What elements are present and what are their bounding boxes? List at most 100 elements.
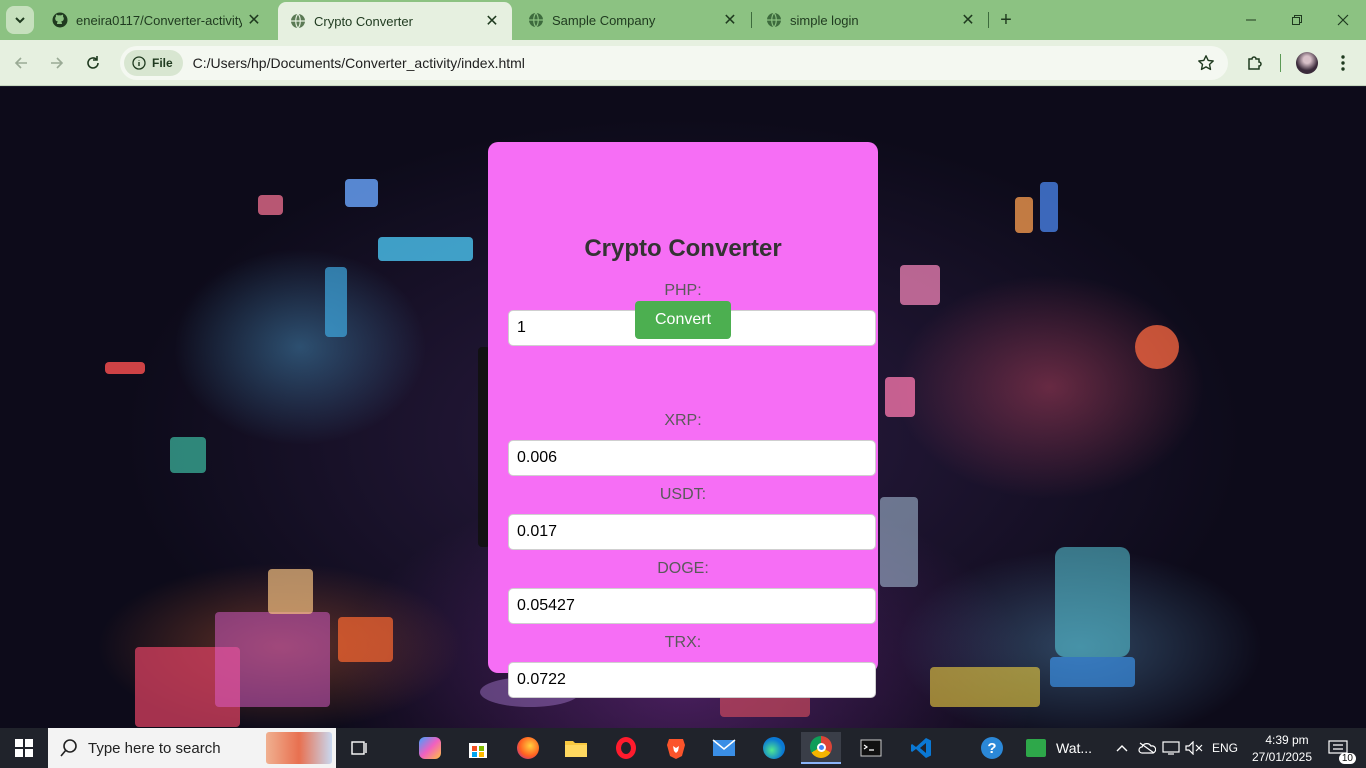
watch-app-icon — [1026, 739, 1046, 757]
site-info-chip[interactable]: File — [124, 50, 183, 76]
vscode-icon — [911, 738, 931, 758]
terminal-button[interactable] — [851, 732, 891, 764]
display-icon — [1162, 741, 1180, 755]
volume-button[interactable] — [1183, 732, 1205, 764]
close-tab-icon[interactable]: ✕ — [956, 8, 980, 32]
extensions-button[interactable] — [1240, 48, 1270, 78]
minimize-button[interactable] — [1228, 0, 1274, 40]
mail-icon — [712, 739, 736, 756]
notifications-button[interactable]: 10 — [1318, 732, 1358, 764]
search-icon — [60, 739, 77, 757]
vscode-button[interactable] — [901, 732, 941, 764]
url-text[interactable]: C:/Users/hp/Documents/Converter_activity… — [193, 55, 1190, 71]
converter-card: Crypto Converter PHP: Convert XRP: USDT:… — [488, 142, 878, 698]
tab-github[interactable]: eneira0117/Converter-activity ✕ — [40, 0, 274, 40]
notification-count: 10 — [1338, 753, 1356, 764]
show-hidden-icons-button[interactable] — [1110, 732, 1134, 764]
doge-output[interactable] — [508, 588, 876, 624]
volume-muted-icon — [1185, 741, 1203, 755]
menu-button[interactable] — [1328, 48, 1358, 78]
trx-output[interactable] — [508, 662, 876, 698]
edge-button[interactable] — [754, 732, 794, 764]
tab-title: eneira0117/Converter-activity — [76, 12, 242, 28]
doge-label: DOGE: — [657, 560, 709, 577]
back-button[interactable] — [6, 48, 36, 78]
tab-crypto-converter[interactable]: Crypto Converter ✕ — [278, 2, 512, 40]
github-icon — [52, 12, 68, 28]
onedrive-button[interactable] — [1136, 732, 1158, 764]
tab-simple-login[interactable]: simple login ✕ — [754, 0, 988, 40]
plus-icon: + — [1000, 8, 1012, 31]
close-icon — [1337, 14, 1349, 26]
watch-app-label: Wat... — [1056, 740, 1093, 756]
file-label: File — [152, 56, 173, 70]
page-viewport: Crypto Converter PHP: Convert XRP: USDT:… — [0, 87, 1366, 728]
tab-sample-company[interactable]: Sample Company ✕ — [516, 0, 750, 40]
display-button[interactable] — [1160, 732, 1182, 764]
close-window-button[interactable] — [1320, 0, 1366, 40]
info-icon — [132, 56, 146, 70]
more-vert-icon — [1341, 55, 1345, 71]
firefox-button[interactable] — [508, 732, 548, 764]
mail-button[interactable] — [704, 732, 744, 764]
edge-icon — [763, 737, 785, 759]
xrp-output[interactable] — [508, 440, 876, 476]
help-button[interactable]: ? — [972, 732, 1012, 764]
globe-icon — [291, 13, 305, 29]
terminal-icon — [860, 739, 882, 757]
page-title: Crypto Converter — [584, 235, 782, 262]
browser-toolbar: File C:/Users/hp/Documents/Converter_act… — [0, 40, 1366, 86]
watch-app-button[interactable]: Wat... — [1020, 732, 1106, 764]
close-tab-icon[interactable]: ✕ — [718, 8, 742, 32]
trx-label: TRX: — [664, 634, 702, 651]
close-tab-icon[interactable]: ✕ — [242, 8, 266, 32]
chevron-down-icon — [15, 17, 25, 24]
taskbar-search[interactable]: Type here to search — [48, 728, 336, 768]
forward-button[interactable] — [42, 48, 72, 78]
opera-icon — [616, 737, 636, 759]
minimize-icon — [1246, 19, 1256, 21]
bookmark-button[interactable] — [1190, 47, 1222, 79]
opera-button[interactable] — [606, 732, 646, 764]
store-button[interactable] — [458, 732, 498, 764]
clock-time[interactable]: 4:39 pm — [1256, 733, 1318, 747]
tab-title: Crypto Converter — [314, 13, 413, 29]
clock-date[interactable]: 27/01/2025 — [1246, 750, 1318, 764]
globe-icon — [767, 12, 781, 28]
store-icon — [469, 743, 487, 758]
start-button[interactable] — [0, 728, 48, 768]
chrome-button[interactable] — [801, 732, 841, 764]
new-tab-button[interactable]: + — [994, 8, 1018, 32]
copilot-button[interactable] — [410, 732, 450, 764]
close-tab-icon[interactable]: ✕ — [480, 9, 504, 33]
tab-strip: eneira0117/Converter-activity ✕ Crypto C… — [0, 0, 1366, 40]
tab-search-button[interactable] — [6, 6, 34, 34]
tab-title: Sample Company — [552, 12, 656, 28]
profile-button[interactable] — [1292, 48, 1322, 78]
tab-title: simple login — [790, 12, 859, 28]
puzzle-icon — [1248, 56, 1262, 70]
address-bar[interactable]: File C:/Users/hp/Documents/Converter_act… — [120, 46, 1228, 80]
restore-icon — [1292, 15, 1302, 25]
convert-button[interactable]: Convert — [635, 301, 731, 339]
folder-icon — [565, 741, 587, 757]
usdt-output[interactable] — [508, 514, 876, 550]
reload-icon — [87, 56, 99, 69]
brave-icon — [667, 739, 685, 759]
file-explorer-button[interactable] — [556, 732, 596, 764]
task-view-button[interactable] — [340, 732, 380, 764]
reload-button[interactable] — [78, 48, 108, 78]
language-indicator[interactable]: ENG — [1212, 741, 1238, 755]
brave-button[interactable] — [656, 732, 696, 764]
tab-separator — [988, 12, 989, 28]
php-label: PHP: — [664, 282, 702, 299]
search-highlight-image — [266, 732, 332, 764]
tab-separator — [751, 12, 752, 28]
copilot-icon — [419, 737, 441, 759]
avatar — [1296, 52, 1318, 74]
windows-icon — [15, 739, 33, 757]
chrome-icon — [810, 736, 832, 758]
restore-button[interactable] — [1274, 0, 1320, 40]
usdt-label: USDT: — [659, 486, 707, 503]
firefox-icon — [517, 737, 539, 759]
